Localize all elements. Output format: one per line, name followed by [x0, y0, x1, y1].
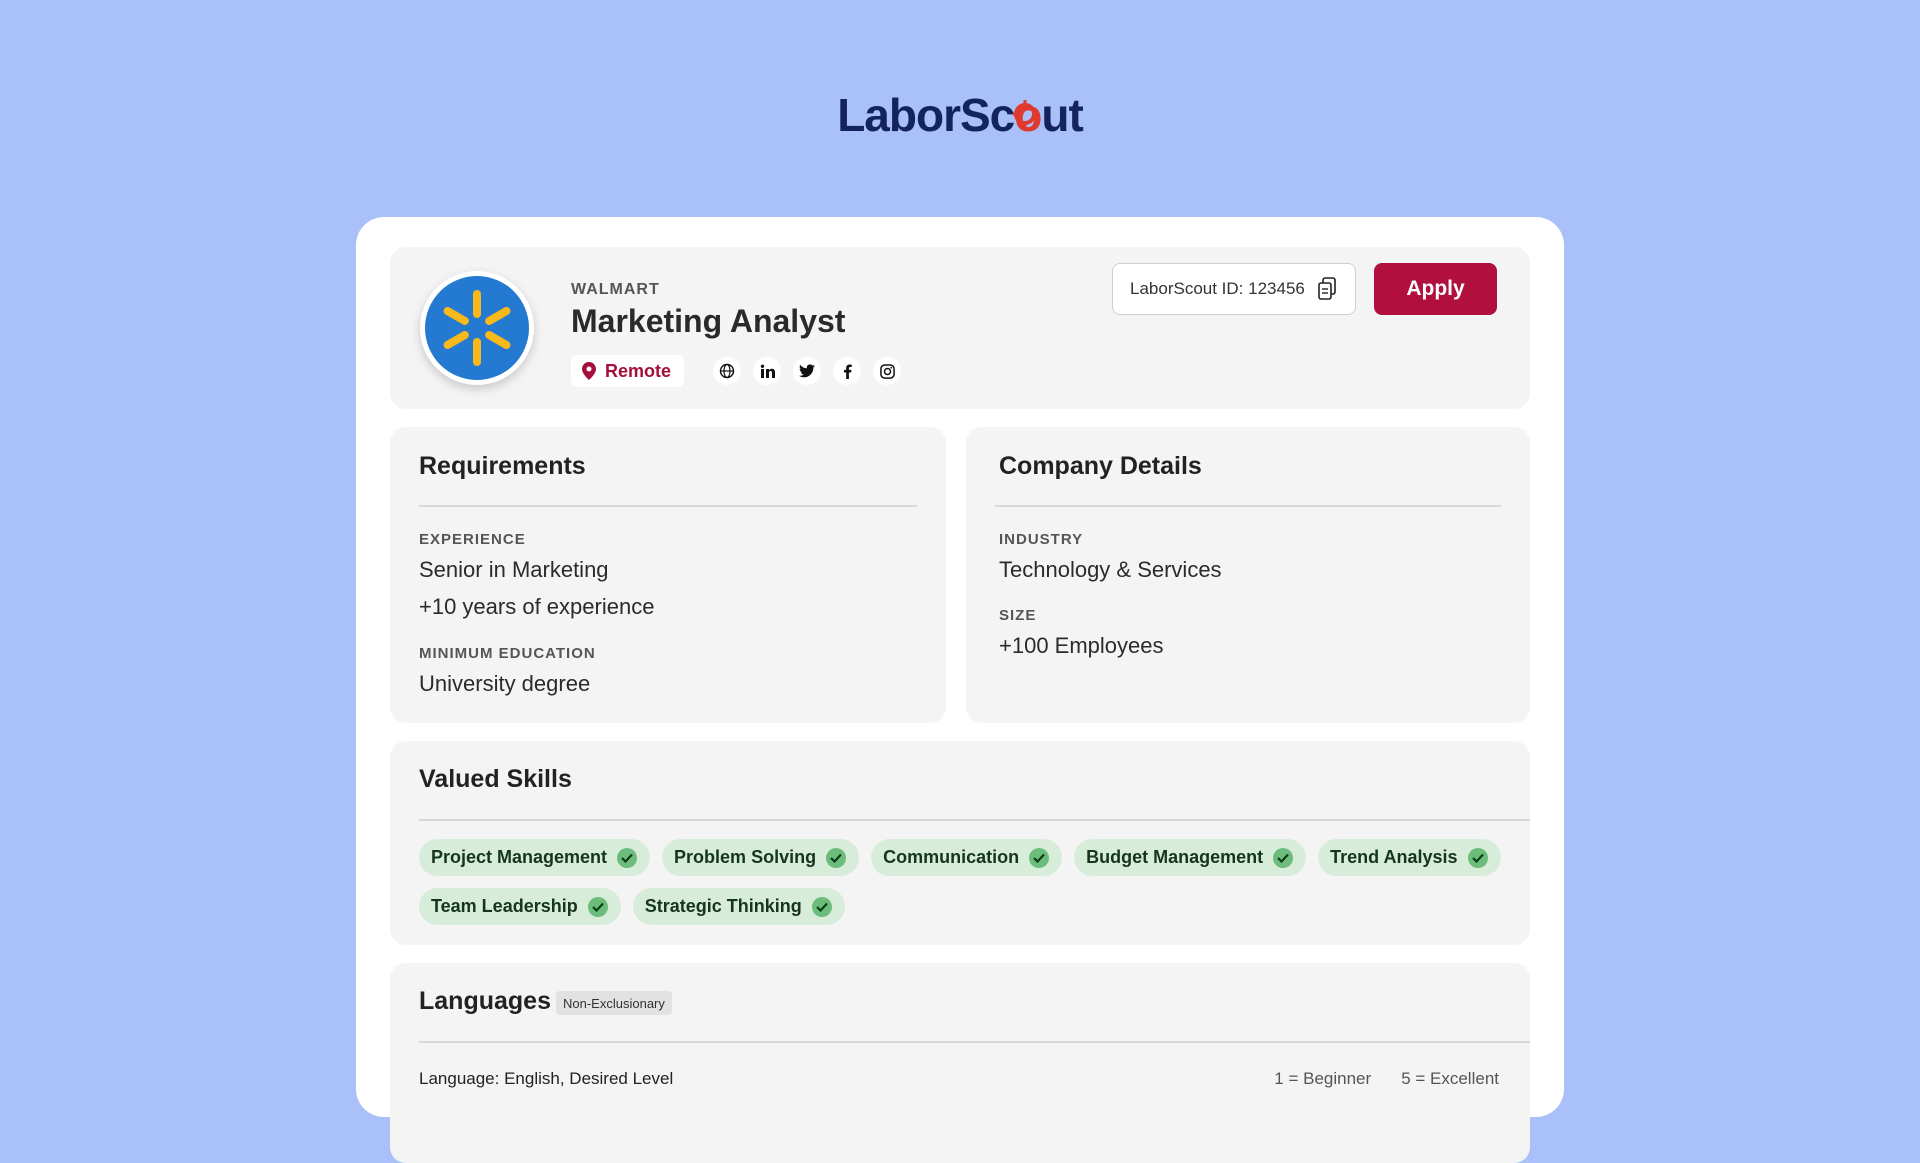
requirements-title: Requirements	[419, 452, 586, 480]
facebook-icon[interactable]	[833, 357, 861, 385]
legend-low: 1 = Beginner	[1274, 1069, 1372, 1088]
copy-icon[interactable]	[1317, 277, 1337, 301]
languages-divider	[419, 1041, 1530, 1043]
level-legend: 1 = Beginner 5 = Excellent	[1274, 1069, 1499, 1089]
check-icon	[811, 896, 832, 917]
legend-high: 5 = Excellent	[1401, 1069, 1499, 1088]
education-label: MINIMUM EDUCATION	[419, 645, 596, 662]
logo-target-o: o	[1013, 88, 1042, 142]
spark-icon	[443, 290, 511, 366]
skill-chip: Project Management	[419, 839, 651, 876]
company-avatar	[420, 271, 534, 385]
valued-skills-title: Valued Skills	[419, 765, 572, 793]
size-value: +100 Employees	[999, 633, 1164, 658]
industry-label: INDUSTRY	[999, 531, 1084, 548]
check-icon	[1467, 847, 1488, 868]
check-icon	[1029, 847, 1050, 868]
linkedin-icon[interactable]	[753, 357, 781, 385]
skills-divider	[419, 819, 1530, 821]
logo-text-prefix: LaborSc	[837, 89, 1015, 141]
non-exclusionary-badge: Non-Exclusionary	[556, 991, 672, 1015]
language-row-label: Language: English, Desired Level	[419, 1069, 674, 1088]
skills-list: Project Management Problem Solving Commu…	[419, 839, 1509, 925]
location-pin-icon	[582, 362, 596, 380]
company-details-divider	[995, 505, 1501, 507]
company-details-panel: Company Details INDUSTRY Technology & Se…	[966, 427, 1530, 723]
globe-icon[interactable]	[713, 357, 741, 385]
experience-value-1: Senior in Marketing	[419, 557, 609, 582]
check-icon	[617, 847, 638, 868]
social-links	[713, 357, 901, 385]
instagram-icon[interactable]	[873, 357, 901, 385]
laborscout-id-field[interactable]: LaborScout ID: 123456	[1112, 263, 1356, 315]
valued-skills-panel: Valued Skills Project Management Problem…	[390, 741, 1530, 945]
languages-panel: Languages Non-Exclusionary Language: Eng…	[390, 963, 1530, 1163]
location-pill: Remote	[571, 355, 685, 387]
requirements-panel: Requirements EXPERIENCE Senior in Market…	[390, 427, 946, 723]
company-details-title: Company Details	[999, 452, 1202, 480]
check-icon	[1273, 847, 1294, 868]
location-label: Remote	[605, 360, 672, 381]
laborscout-id-label: LaborScout ID: 123456	[1130, 279, 1305, 298]
logo-crosshair-icon	[1013, 100, 1039, 130]
skill-chip: Trend Analysis	[1318, 839, 1501, 876]
check-icon	[826, 847, 847, 868]
size-label: SIZE	[999, 607, 1037, 624]
language-row: Language: English, Desired Level 1 = Beg…	[419, 1069, 1499, 1089]
skill-chip: Communication	[871, 839, 1063, 876]
check-icon	[587, 896, 608, 917]
walmart-spark-logo	[425, 276, 529, 380]
job-title: Marketing Analyst	[571, 303, 846, 339]
languages-title: Languages	[419, 987, 551, 1015]
skill-chip: Team Leadership	[419, 888, 621, 925]
job-header: WALMART Marketing Analyst Remote LaborSc…	[390, 247, 1530, 409]
company-name: WALMART	[571, 281, 660, 298]
skill-chip: Budget Management	[1074, 839, 1307, 876]
job-card: WALMART Marketing Analyst Remote LaborSc…	[356, 217, 1564, 1163]
laborscout-logo[interactable]: LaborSco ut	[0, 88, 1920, 142]
logo-text-suffix: ut	[1041, 89, 1083, 141]
skill-chip: Problem Solving	[662, 839, 860, 876]
twitter-icon[interactable]	[793, 357, 821, 385]
industry-value: Technology & Services	[999, 557, 1222, 582]
experience-value-2: +10 years of experience	[419, 594, 655, 619]
requirements-divider	[419, 505, 917, 507]
experience-label: EXPERIENCE	[419, 531, 526, 548]
education-value: University degree	[419, 671, 591, 696]
apply-button[interactable]: Apply	[1374, 263, 1497, 315]
skill-chip: Strategic Thinking	[632, 888, 845, 925]
